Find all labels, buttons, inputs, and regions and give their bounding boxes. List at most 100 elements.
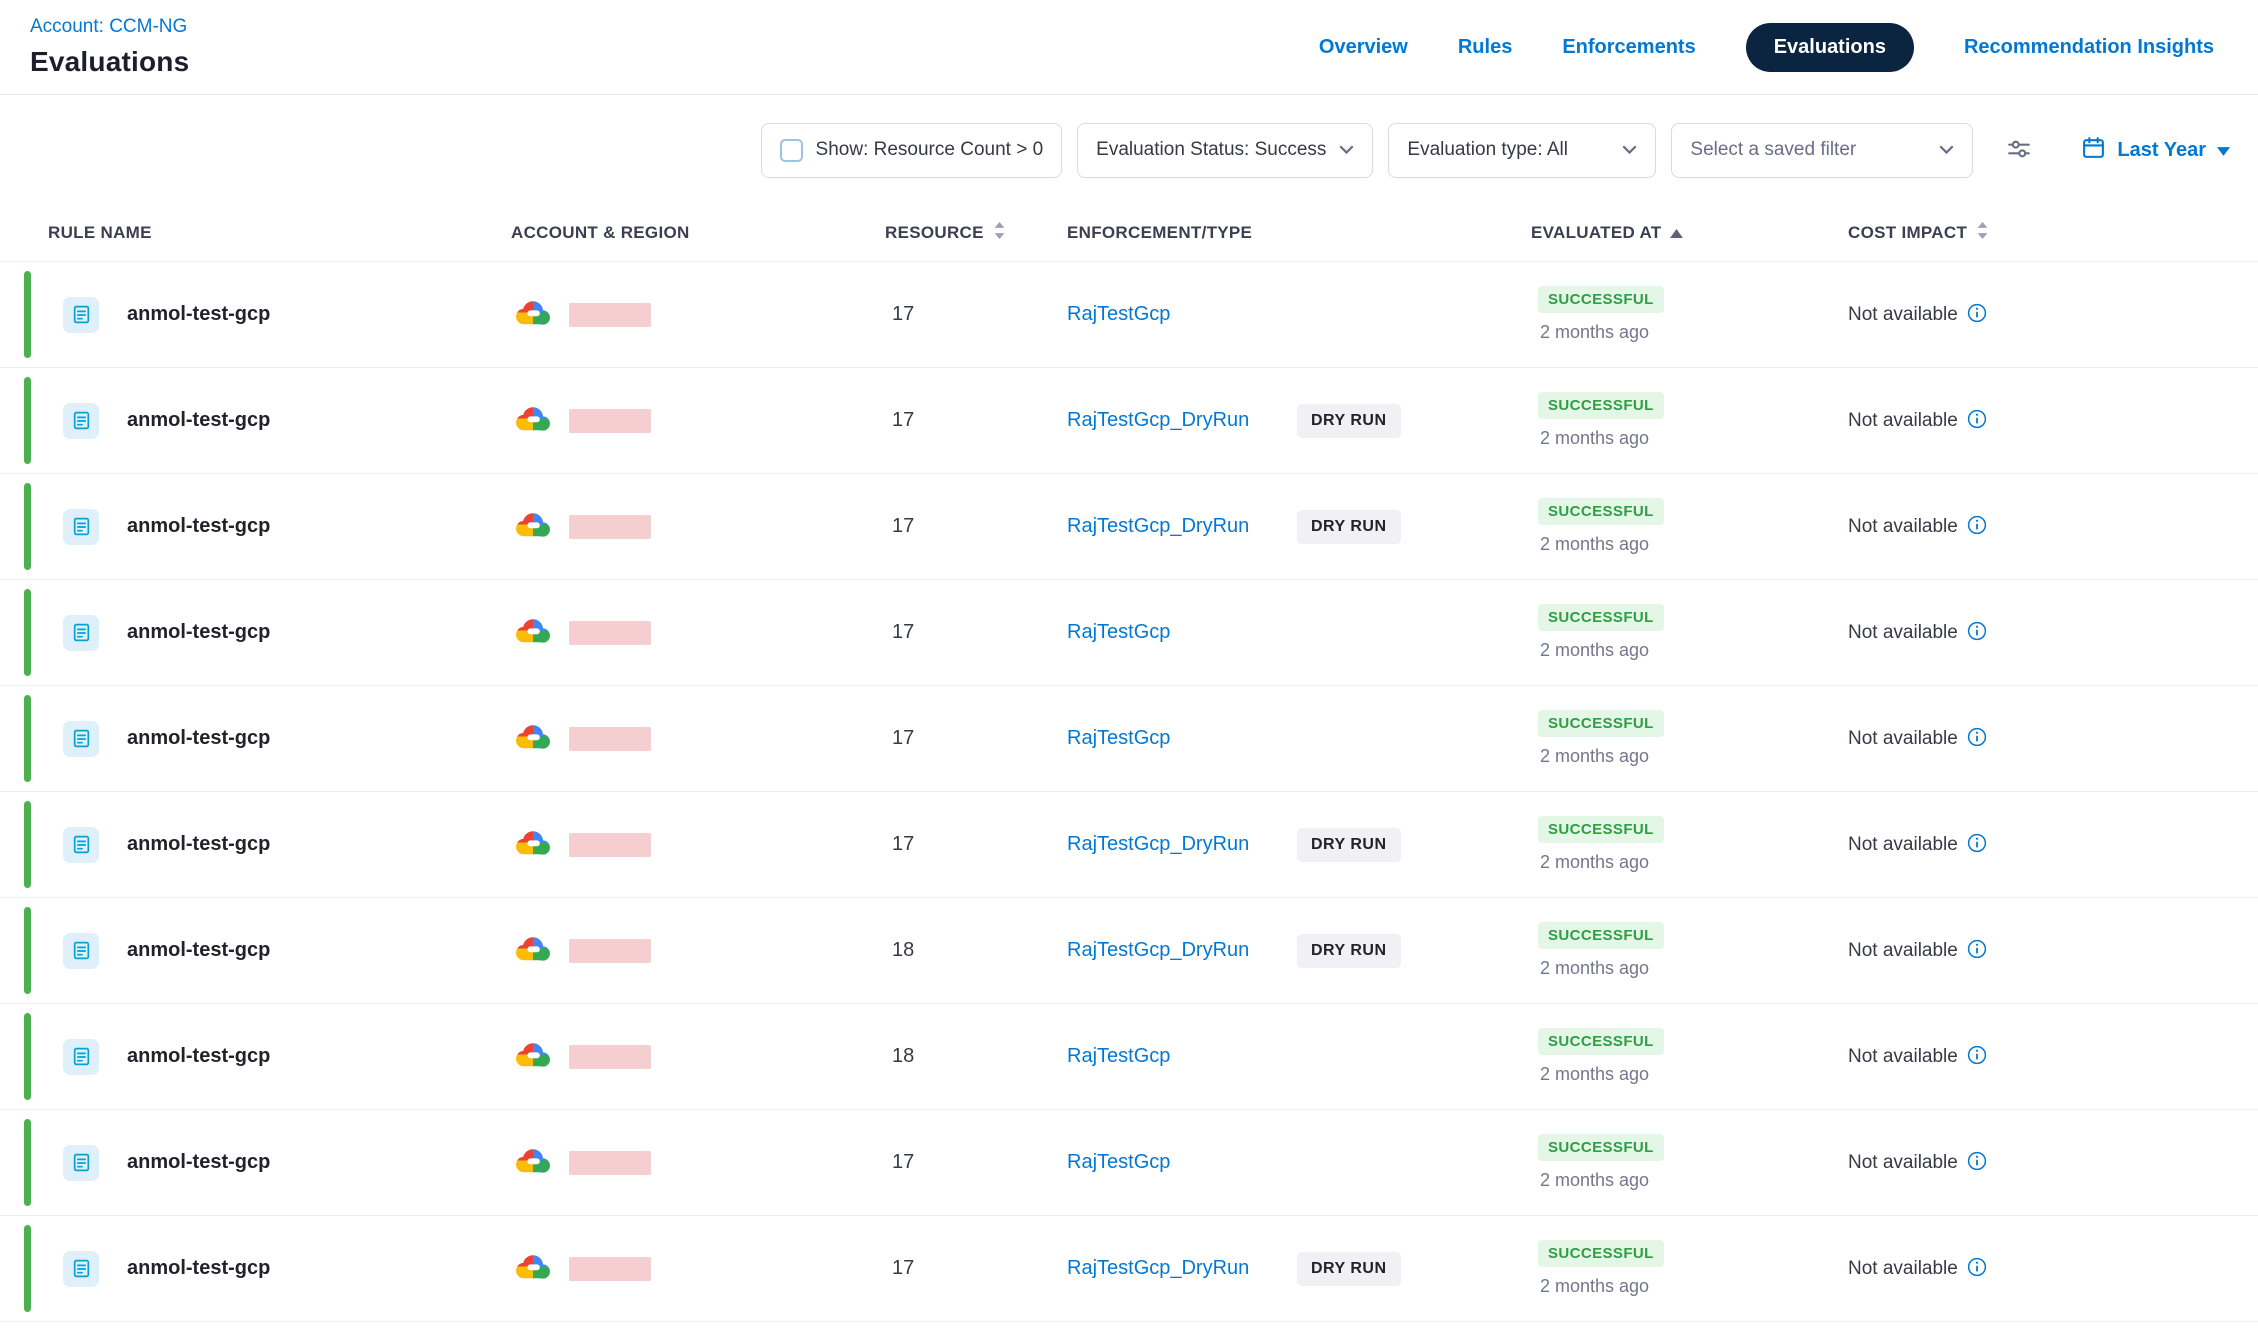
account-breadcrumb[interactable]: Account: CCM-NG [30, 16, 189, 38]
cost-info-button[interactable] [1967, 1257, 1987, 1280]
column-header-rule-name[interactable]: RULE NAME [0, 223, 511, 243]
enforcement-link[interactable]: RajTestGcp_DryRun [1067, 515, 1249, 537]
cost-impact-cell: Not available [1848, 727, 2258, 750]
cost-info-button[interactable] [1967, 939, 1987, 962]
cost-info-button[interactable] [1967, 303, 1987, 326]
cost-info-button[interactable] [1967, 409, 1987, 432]
cost-impact-value: Not available [1848, 410, 1958, 432]
status-badge: SUCCESSFUL [1538, 392, 1664, 419]
evaluated-time: 2 months ago [1538, 1276, 1649, 1297]
evaluation-status-value: Evaluation Status: Success [1096, 139, 1326, 161]
column-header-resource[interactable]: RESOURCE [883, 221, 1067, 245]
gcp-cloud-icon [513, 1251, 553, 1287]
table-row[interactable]: anmol-test-gcp 18 RajTestGcp_DryRun DRY … [0, 897, 2258, 1003]
cost-info-button[interactable] [1967, 833, 1987, 856]
sort-asc-icon [1670, 223, 1683, 243]
evaluated-at-cell: SUCCESSFUL 2 months ago [1531, 816, 1848, 873]
table-row[interactable]: anmol-test-gcp 17 RajTestGcp SUCCESSFUL … [0, 261, 2258, 367]
rule-name: anmol-test-gcp [127, 409, 270, 432]
enforcement-link[interactable]: RajTestGcp [1067, 1151, 1170, 1173]
enforcement-link[interactable]: RajTestGcp [1067, 303, 1170, 325]
evaluated-time: 2 months ago [1538, 852, 1649, 873]
chevron-down-icon [1339, 139, 1354, 161]
resource-count: 17 [883, 1151, 1067, 1174]
resource-count: 17 [883, 303, 1067, 326]
account-region-cell [511, 297, 883, 333]
account-region-cell [511, 1145, 883, 1181]
enforcement-cell: RajTestGcp_DryRun DRY RUN [1067, 1252, 1531, 1286]
evaluated-at-cell: SUCCESSFUL 2 months ago [1531, 498, 1848, 555]
rule-name: anmol-test-gcp [127, 1257, 270, 1280]
rule-name: anmol-test-gcp [127, 939, 270, 962]
rule-name: anmol-test-gcp [127, 1045, 270, 1068]
cost-info-button[interactable] [1967, 1151, 1987, 1174]
cost-impact-cell: Not available [1848, 621, 2258, 644]
chevron-down-icon [1939, 139, 1954, 161]
info-icon [1967, 939, 1987, 962]
evaluated-at-cell: SUCCESSFUL 2 months ago [1531, 1028, 1848, 1085]
table-row[interactable]: anmol-test-gcp 17 RajTestGcp SUCCESSFUL … [0, 1109, 2258, 1215]
row-accent-bar [24, 695, 31, 782]
table-row[interactable]: anmol-test-gcp 17 RajTestGcp_DryRun DRY … [0, 1215, 2258, 1321]
column-header-evaluated-at[interactable]: EVALUATED AT [1531, 223, 1848, 243]
cost-info-button[interactable] [1967, 515, 1987, 538]
cost-impact-cell: Not available [1848, 1151, 2258, 1174]
cost-info-button[interactable] [1967, 727, 1987, 750]
filter-panel-button[interactable] [2006, 136, 2032, 165]
cost-impact-cell: Not available [1848, 1257, 2258, 1280]
cost-impact-cell: Not available [1848, 939, 2258, 962]
enforcement-link[interactable]: RajTestGcp [1067, 727, 1170, 749]
enforcement-link[interactable]: RajTestGcp_DryRun [1067, 833, 1249, 855]
enforcement-link[interactable]: RajTestGcp_DryRun [1067, 939, 1249, 961]
redacted-account-name [569, 409, 651, 433]
info-icon [1967, 833, 1987, 856]
nav-rules[interactable]: Rules [1458, 36, 1512, 59]
time-range-picker[interactable]: Last Year [2081, 135, 2230, 166]
redacted-account-name [569, 515, 651, 539]
enforcement-link[interactable]: RajTestGcp_DryRun [1067, 1257, 1249, 1279]
enforcement-cell: RajTestGcp [1067, 727, 1531, 750]
resource-count-filter-toggle[interactable]: Show: Resource Count > 0 [761, 123, 1063, 178]
gcp-cloud-icon [513, 403, 553, 439]
table-row[interactable]: anmol-test-gcp 17 RajTestGcp SUCCESSFUL … [0, 685, 2258, 791]
info-icon [1967, 621, 1987, 644]
time-range-value: Last Year [2117, 139, 2206, 162]
saved-filter-dropdown[interactable]: Select a saved filter [1671, 123, 1973, 178]
row-accent-bar [24, 1119, 31, 1206]
evaluation-status-dropdown[interactable]: Evaluation Status: Success [1077, 123, 1373, 178]
cost-impact-value: Not available [1848, 1152, 1958, 1174]
enforcement-cell: RajTestGcp [1067, 621, 1531, 644]
nav-enforcements[interactable]: Enforcements [1562, 36, 1695, 59]
cost-info-button[interactable] [1967, 621, 1987, 644]
table-row[interactable]: anmol-test-gcp 17 RajTestGcp_DryRun DRY … [0, 791, 2258, 897]
table-row[interactable]: anmol-test-gcp 17 RajTestGcp_DryRun DRY … [0, 367, 2258, 473]
column-header-enforcement-type[interactable]: ENFORCEMENT/TYPE [1067, 223, 1531, 243]
column-header-cost-impact[interactable]: COST IMPACT [1848, 221, 2258, 245]
table-row[interactable]: anmol-test-gcp 18 RajTestGcp SUCCESSFUL … [0, 1003, 2258, 1109]
resource-count-checkbox[interactable] [780, 139, 803, 162]
redacted-account-name [569, 621, 651, 645]
gcp-cloud-icon [513, 933, 553, 969]
calendar-icon [2081, 135, 2106, 166]
rule-icon [63, 297, 99, 333]
enforcement-link[interactable]: RajTestGcp_DryRun [1067, 409, 1249, 431]
enforcement-link[interactable]: RajTestGcp [1067, 1045, 1170, 1067]
table-row[interactable]: anmol-test-gcp 17 RajTestGcp SUCCESSFUL … [0, 579, 2258, 685]
status-badge: SUCCESSFUL [1538, 1028, 1664, 1055]
cost-info-button[interactable] [1967, 1045, 1987, 1068]
chevron-down-icon [1622, 139, 1637, 161]
nav-evaluations-active[interactable]: Evaluations [1746, 23, 1914, 72]
row-accent-bar [24, 483, 31, 570]
column-header-account-region[interactable]: ACCOUNT & REGION [511, 223, 883, 243]
page-title: Evaluations [30, 46, 189, 78]
table-row[interactable]: anmol-test-gcp 17 RajTestGcp_DryRun DRY … [0, 473, 2258, 579]
rule-name-cell: anmol-test-gcp [0, 1145, 511, 1181]
rule-name-cell: anmol-test-gcp [0, 1251, 511, 1287]
nav-recommendation-insights[interactable]: Recommendation Insights [1964, 36, 2214, 59]
enforcement-cell: RajTestGcp_DryRun DRY RUN [1067, 404, 1531, 438]
nav-overview[interactable]: Overview [1319, 36, 1408, 59]
cost-impact-value: Not available [1848, 834, 1958, 856]
enforcement-link[interactable]: RajTestGcp [1067, 621, 1170, 643]
evaluation-type-dropdown[interactable]: Evaluation type: All [1388, 123, 1656, 178]
account-region-cell [511, 615, 883, 651]
